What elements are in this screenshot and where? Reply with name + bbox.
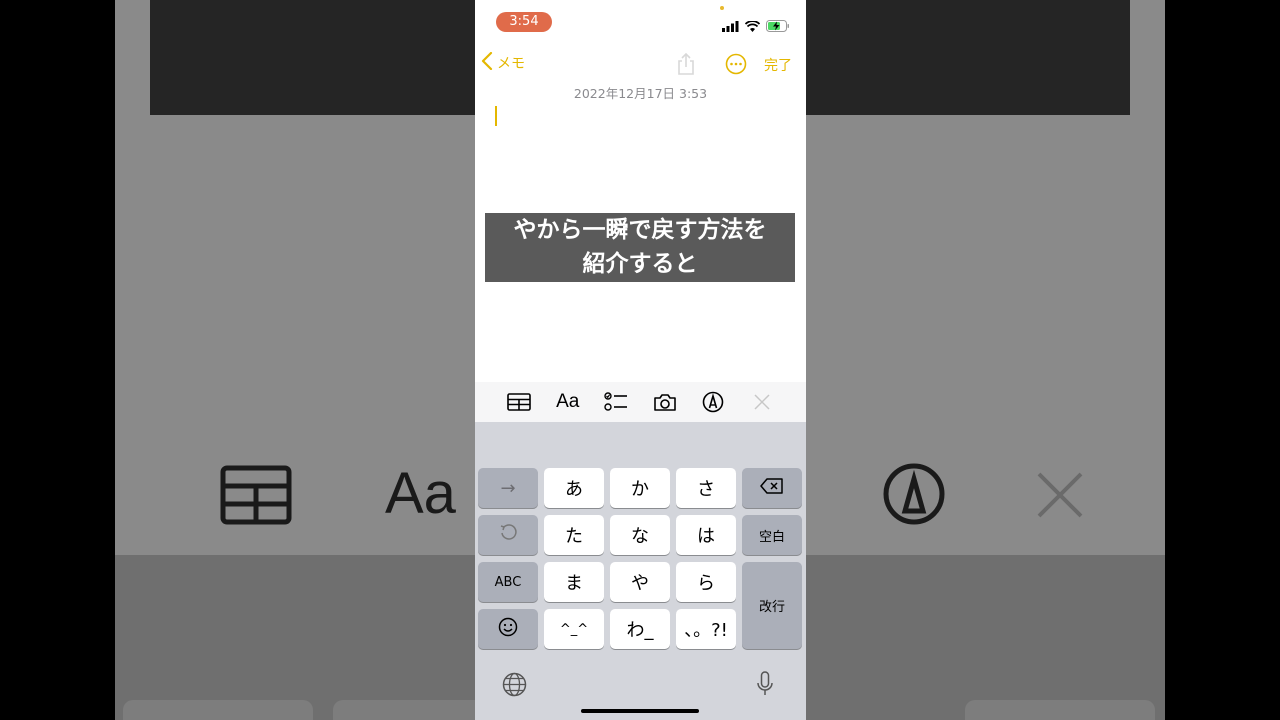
japanese-keyboard: → あ か さ た な は 空白 ABC ま や ら 改行 ^_^ わ_ 、。?…: [475, 422, 806, 720]
caption-line-2: 紹介すると: [582, 251, 698, 277]
abc-key[interactable]: ABC: [478, 562, 538, 602]
checklist-icon[interactable]: [601, 387, 631, 417]
markup-icon[interactable]: [698, 387, 728, 417]
bg-close-icon: [1035, 470, 1085, 524]
bg-key: [965, 700, 1155, 720]
key-next-arrow[interactable]: →: [478, 468, 538, 508]
home-indicator[interactable]: [581, 709, 699, 713]
phone-screen: 3:54 メモ 完了 2022年12月17日 3:53 やから一瞬で戻す方法を …: [475, 0, 806, 720]
key-wa[interactable]: わ_: [610, 609, 670, 649]
share-icon[interactable]: [676, 52, 696, 80]
back-label: メモ: [497, 56, 525, 72]
delete-key[interactable]: [742, 468, 802, 508]
camera-icon[interactable]: [650, 387, 680, 417]
delete-icon: [760, 477, 784, 499]
format-text-button[interactable]: Aa: [553, 387, 583, 417]
globe-icon[interactable]: [502, 672, 527, 701]
table-icon[interactable]: [504, 387, 534, 417]
key-punctuation[interactable]: 、。?!: [676, 609, 736, 649]
more-options-icon[interactable]: [725, 53, 747, 79]
wifi-icon: [744, 17, 761, 36]
text-cursor: [495, 106, 497, 126]
battery-charging-icon: [766, 17, 790, 36]
key-ma[interactable]: ま: [544, 562, 604, 602]
key-ta[interactable]: た: [544, 515, 604, 555]
key-ha[interactable]: は: [676, 515, 736, 555]
caption-line-1: やから一瞬で戻す方法を: [513, 217, 767, 243]
privacy-indicator-dot: [720, 6, 724, 10]
video-caption: やから一瞬で戻す方法を 紹介すると: [485, 213, 795, 282]
nav-bar: メモ 完了: [475, 50, 806, 78]
emoji-icon: [498, 617, 518, 642]
done-button[interactable]: 完了: [764, 55, 792, 75]
emoji-key[interactable]: [478, 609, 538, 649]
microphone-icon[interactable]: [757, 671, 773, 701]
bg-table-icon: [220, 465, 292, 529]
note-date: 2022年12月17日 3:53: [573, 86, 708, 101]
status-bar: 3:54: [475, 0, 806, 44]
status-time[interactable]: 3:54: [496, 12, 552, 32]
key-ra[interactable]: ら: [676, 562, 736, 602]
key-sa[interactable]: さ: [676, 468, 736, 508]
space-key[interactable]: 空白: [742, 515, 802, 555]
status-icons: [722, 17, 790, 36]
undo-key[interactable]: [478, 515, 538, 555]
return-key[interactable]: 改行: [742, 562, 802, 649]
chevron-left-icon: [481, 51, 493, 74]
undo-icon: [499, 523, 517, 547]
bg-format-label: Aa: [385, 461, 456, 526]
back-button[interactable]: メモ: [481, 51, 525, 74]
format-toolbar: Aa: [475, 382, 806, 422]
signal-icon: [722, 17, 739, 36]
key-a[interactable]: あ: [544, 468, 604, 508]
key-kaomoji[interactable]: ^_^: [544, 609, 604, 649]
bg-key: [123, 700, 313, 720]
key-ka[interactable]: か: [610, 468, 670, 508]
key-na[interactable]: な: [610, 515, 670, 555]
key-ya[interactable]: や: [610, 562, 670, 602]
close-icon[interactable]: [747, 387, 777, 417]
bg-markup-icon: [883, 463, 945, 529]
